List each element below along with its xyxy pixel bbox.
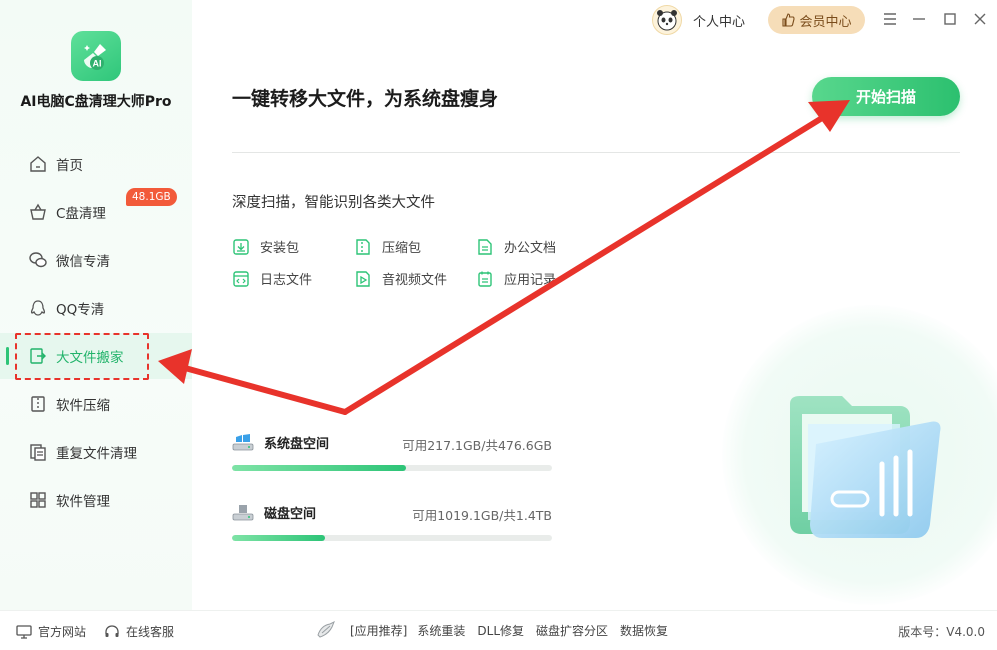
disk-usage: 可用1019.1GB/共1.4TB <box>412 508 552 523</box>
rec-link-dll-repair[interactable]: DLL修复 <box>477 622 524 639</box>
file-type-label: 办公文档 <box>504 241 557 256</box>
rec-link-system-reinstall[interactable]: 系统重装 <box>417 622 465 639</box>
rec-link-disk-partition[interactable]: 磁盘扩容分区 <box>536 622 608 639</box>
sidebar-item-large-file-move[interactable]: 大文件搬家 <box>0 333 192 379</box>
disk-name: 系统盘空间 <box>264 437 330 452</box>
thumb-icon <box>781 13 796 27</box>
media-icon <box>354 270 372 288</box>
online-service-link[interactable]: 在线客服 <box>104 623 174 640</box>
sidebar-item-label: 重复文件清理 <box>56 446 137 462</box>
archive-icon <box>354 238 372 256</box>
system-drive-icon <box>232 433 254 452</box>
file-move-icon <box>28 346 48 366</box>
system-disk-label: 系统盘空间 <box>232 433 329 452</box>
sidebar-item-wechat[interactable]: 微信专清 <box>0 237 192 283</box>
basket-icon <box>28 202 48 222</box>
personal-center-link[interactable]: 个人中心 <box>693 11 745 30</box>
storage-badge: 48.1GB <box>126 188 177 206</box>
sidebar-item-home[interactable]: 首页 <box>0 141 192 187</box>
bottom-bar: 官方网站 在线客服 [应用推荐] 系统重装 DLL修复 磁盘扩容分区 数据恢复 … <box>0 610 997 650</box>
install-icon <box>232 238 250 256</box>
system-disk-progress-fill <box>232 465 407 471</box>
vip-center-button[interactable]: 会员中心 <box>768 6 865 34</box>
monitor-icon <box>16 624 32 640</box>
document-icon <box>476 238 494 256</box>
log-icon <box>232 270 250 288</box>
sidebar-item-qq[interactable]: QQ专清 <box>0 285 192 331</box>
file-type-label: 安装包 <box>260 241 300 256</box>
wechat-icon <box>28 250 48 270</box>
duplicate-icon <box>28 442 48 462</box>
file-type-archive: 压缩包 <box>354 237 421 256</box>
qq-icon <box>28 298 48 318</box>
sidebar-item-soft-manage[interactable]: 软件管理 <box>0 477 192 523</box>
recommend-links: [应用推荐] 系统重装 DLL修复 磁盘扩容分区 数据恢复 <box>316 621 680 639</box>
file-type-document: 办公文档 <box>476 237 556 256</box>
file-type-label: 音视频文件 <box>382 273 448 288</box>
svg-text:AI: AI <box>93 59 102 69</box>
record-icon <box>476 270 494 288</box>
version-label: 版本号：V4.0.0 <box>898 625 985 639</box>
vip-label: 会员中心 <box>799 14 852 30</box>
recommend-icon <box>316 621 338 639</box>
file-type-media: 音视频文件 <box>354 269 447 288</box>
maximize-icon[interactable] <box>941 10 959 28</box>
avatar[interactable] <box>652 5 682 35</box>
recommend-label: [应用推荐] <box>350 623 408 638</box>
disk-name: 磁盘空间 <box>264 507 317 522</box>
sidebar-item-label: 软件压缩 <box>56 398 110 414</box>
sidebar: AI AI电脑C盘清理大师Pro 首页 C盘清理 48.1GB 微信专清 QQ专… <box>0 0 192 610</box>
divider <box>232 152 960 153</box>
sidebar-item-label: QQ专清 <box>56 302 105 318</box>
arrow-to-sidebar-icon <box>182 365 348 415</box>
broom-ai-icon: AI <box>84 44 106 70</box>
scan-description: 深度扫描，智能识别各类大文件 <box>232 195 435 211</box>
start-scan-button[interactable]: 开始扫描 <box>812 77 960 116</box>
zip-icon <box>28 394 48 414</box>
system-disk-progress <box>232 465 552 471</box>
sidebar-item-label: C盘清理 <box>56 206 106 222</box>
panda-avatar-icon <box>657 10 677 31</box>
app-logo: AI <box>71 31 121 81</box>
sidebar-item-label: 软件管理 <box>56 494 110 510</box>
minimize-icon[interactable] <box>910 10 928 28</box>
sidebar-item-label: 首页 <box>56 158 83 174</box>
file-type-label: 应用记录 <box>504 273 557 288</box>
sidebar-item-duplicate-clean[interactable]: 重复文件清理 <box>0 429 192 475</box>
file-type-label: 日志文件 <box>260 273 313 288</box>
file-type-install: 安装包 <box>232 237 299 256</box>
website-label: 官方网站 <box>38 625 87 639</box>
file-type-record: 应用记录 <box>476 269 556 288</box>
sidebar-item-soft-compress[interactable]: 软件压缩 <box>0 381 192 427</box>
official-website-link[interactable]: 官方网站 <box>16 623 86 640</box>
home-icon <box>28 154 48 174</box>
close-icon[interactable] <box>971 10 989 28</box>
sidebar-item-label: 微信专清 <box>56 254 110 270</box>
disk-progress-fill <box>232 535 325 541</box>
file-type-label: 压缩包 <box>382 241 422 256</box>
drive-icon <box>232 504 254 522</box>
sidebar-item-label: 大文件搬家 <box>56 350 124 366</box>
folder-illustration-icon <box>790 396 941 538</box>
apps-icon <box>28 490 48 510</box>
menu-icon[interactable] <box>881 10 899 28</box>
service-label: 在线客服 <box>126 625 175 639</box>
rec-link-data-recovery[interactable]: 数据恢复 <box>620 622 668 639</box>
app-title: AI电脑C盘清理大师Pro <box>20 94 172 110</box>
disk-progress <box>232 535 552 541</box>
disk-label: 磁盘空间 <box>232 503 316 522</box>
page-title: 一键转移大文件，为系统盘瘦身 <box>232 88 499 110</box>
system-disk-usage: 可用217.1GB/共476.6GB <box>402 438 552 453</box>
file-type-log: 日志文件 <box>232 269 312 288</box>
headset-icon <box>104 624 120 640</box>
